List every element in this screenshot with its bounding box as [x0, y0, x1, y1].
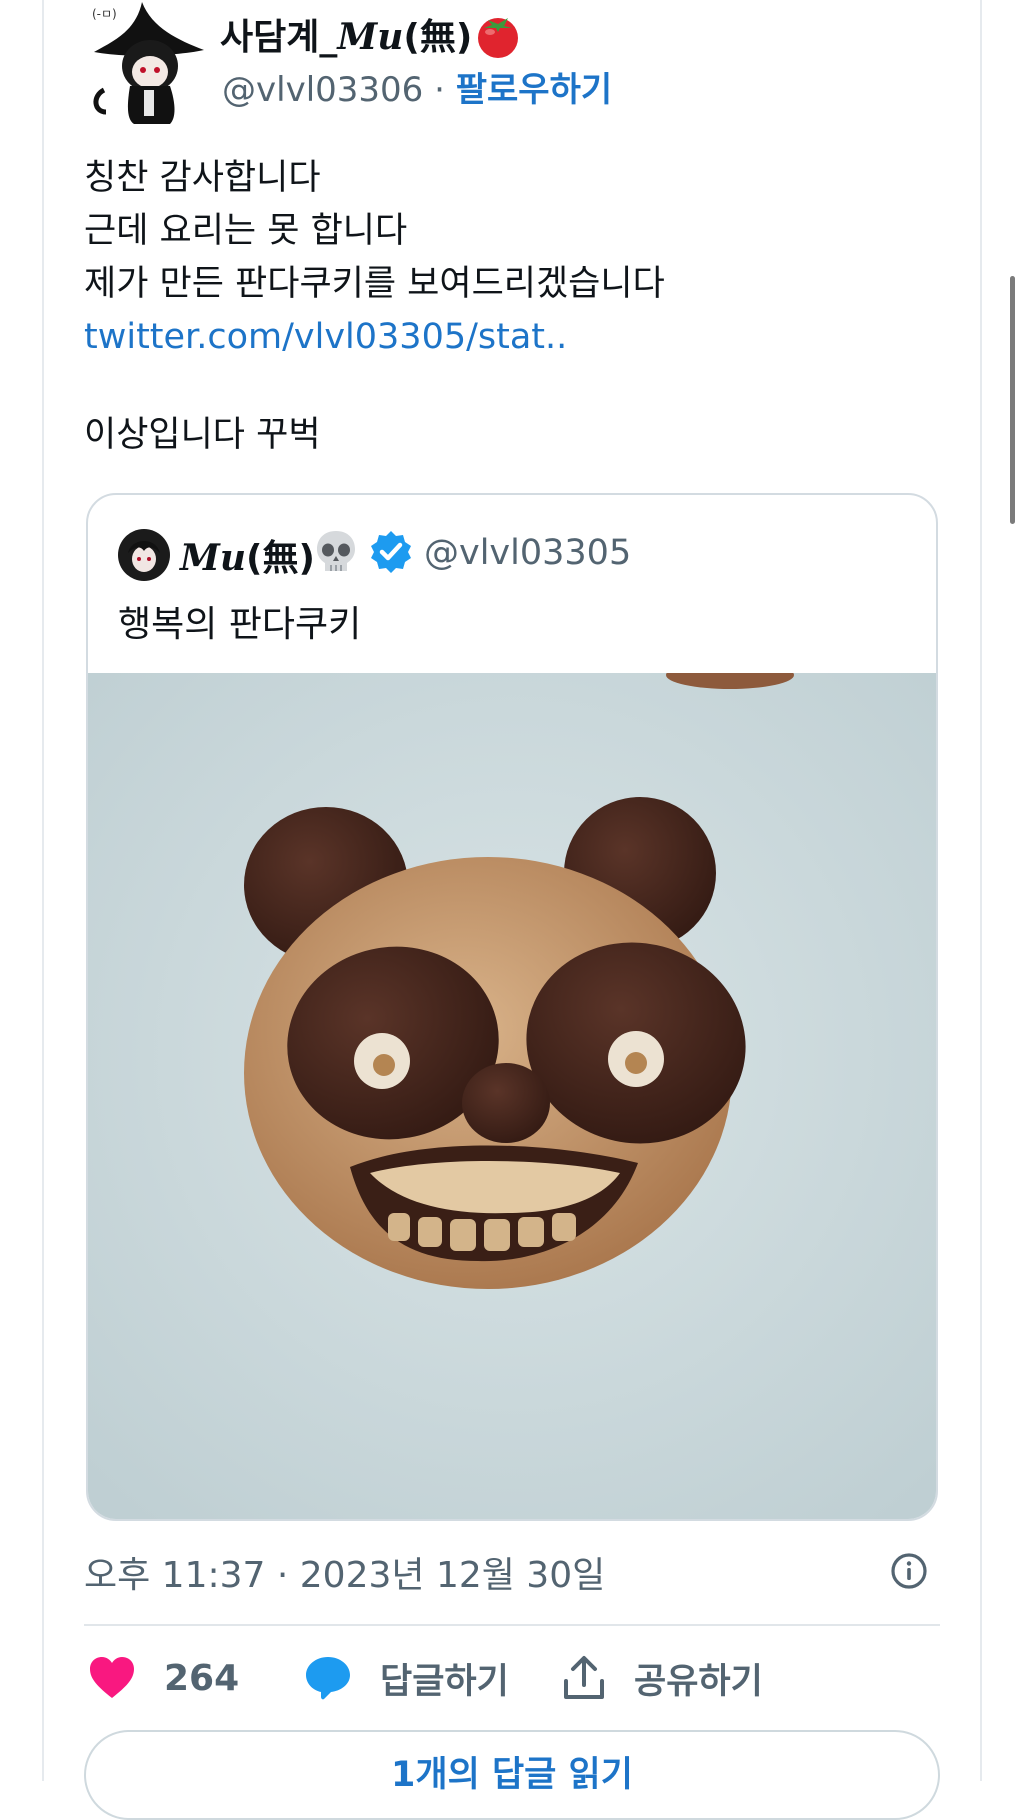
quote-handle: @vlvl03305: [424, 533, 632, 573]
info-icon[interactable]: [890, 1552, 928, 1590]
tweet-extra-line: 이상입니다 꾸벅: [84, 415, 321, 455]
tweet-line: 근데 요리는 못 합니다: [84, 211, 408, 251]
tweet-timestamp[interactable]: 오후 11:37 · 2023년 12월 30일: [84, 1546, 605, 1598]
quoted-tweet-card[interactable]: Mu(無) @vlvl03305 행복의 판다쿠키: [86, 493, 938, 1521]
share-label: 공유하기: [634, 1661, 763, 1702]
share-button[interactable]: 공유하기: [562, 1652, 763, 1704]
svg-text:(-ㅁ): (-ㅁ): [92, 7, 117, 21]
read-replies-button[interactable]: 1개의 답글 읽기: [84, 1730, 940, 1820]
panda-cookie-photo[interactable]: [88, 673, 938, 1521]
heart-icon: [90, 1657, 134, 1698]
like-count: 264: [164, 1657, 240, 1699]
quote-name-suffix: (無): [246, 538, 315, 579]
tweet-text: 칭찬 감사합니다 근데 요리는 못 합니다 제가 만든 판다쿠키를 보여드리겠습…: [84, 152, 665, 364]
author-avatar[interactable]: (-ㅁ): [86, 0, 208, 124]
quote-display-name[interactable]: Mu(無): [180, 529, 315, 581]
author-handle-row: @vlvl03306 · 팔로우하기: [222, 62, 612, 111]
quote-avatar[interactable]: [118, 529, 170, 581]
frame-left-border: [42, 0, 44, 1781]
quote-text: 행복의 판다쿠키: [118, 604, 362, 645]
author-display-name[interactable]: 사담계_Mu(無): [220, 8, 472, 60]
display-name-suffix: (無): [403, 17, 473, 58]
tweet-line: 칭찬 감사합니다: [84, 158, 321, 198]
reply-button[interactable]: 답글하기: [304, 1652, 509, 1704]
divider: [84, 1624, 940, 1626]
share-icon: [564, 1656, 604, 1699]
follow-button[interactable]: 팔로우하기: [456, 70, 612, 110]
handle-separator: ·: [434, 70, 445, 110]
author-handle[interactable]: @vlvl03306: [222, 70, 423, 110]
tomato-icon: [478, 18, 518, 58]
skull-icon: [317, 531, 355, 571]
like-button[interactable]: 264: [88, 1652, 239, 1704]
reply-bubble-icon: [306, 1657, 350, 1700]
quote-name-mu: Mu: [180, 537, 247, 579]
reply-label: 답글하기: [380, 1661, 509, 1702]
scrollbar[interactable]: [1010, 276, 1015, 524]
tweet-line: 제가 만든 판다쿠키를 보여드리겠습니다: [84, 264, 665, 304]
frame-right-border: [980, 0, 982, 1781]
verified-badge-icon: [371, 531, 411, 573]
display-name-prefix: 사담계_: [220, 17, 338, 58]
tweet-link[interactable]: twitter.com/vlvl03305/stat..: [84, 311, 665, 364]
display-name-mu: Mu: [337, 16, 404, 58]
